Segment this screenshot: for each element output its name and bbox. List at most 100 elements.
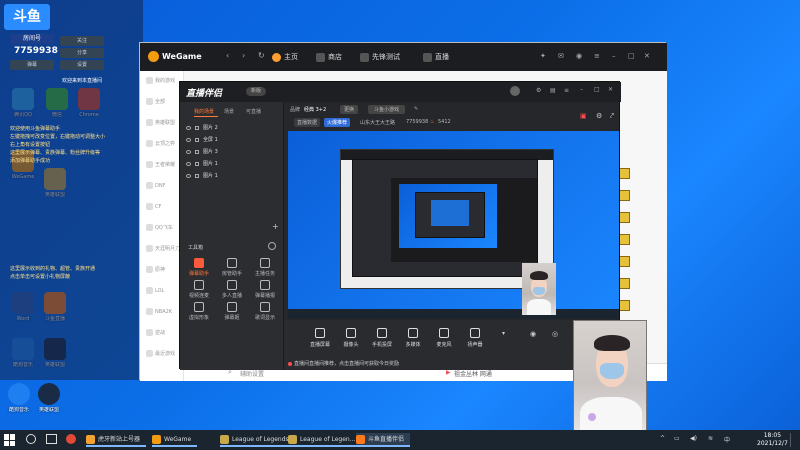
taskbar-app[interactable]: League of Legends	[220, 433, 295, 447]
wegame-sidebar-item[interactable]: LOL	[146, 287, 182, 298]
danmaku-assistant-panel[interactable]: 斗鱼 房间号 7759938 关注 分享 设置 弹幕 欢迎来到本直播间 欢迎使用…	[0, 0, 143, 380]
record-icon[interactable]: ◉	[530, 330, 536, 338]
windows-start-icon[interactable]	[4, 434, 16, 446]
wegame-sidebar-item[interactable]: 我的游戏	[146, 77, 182, 88]
scene-item[interactable]: 图片 2	[186, 124, 281, 135]
wegame-sidebar-item[interactable]: 天涯明月刀	[146, 245, 182, 256]
stream-companion-window[interactable]: 直播伴侣 新版 ⚙ ▤ ≡ – □ ✕ 我的场景 场景 可直播 图片 2 全屏 1…	[179, 81, 621, 370]
stream-preview[interactable]	[288, 131, 619, 319]
gift-icon[interactable]: ▣	[580, 112, 587, 120]
gift-icon[interactable]: ✦	[540, 52, 546, 60]
mail-icon[interactable]: ✉	[558, 52, 564, 60]
wegame-sidebar-item[interactable]: CF	[146, 203, 182, 214]
wegame-sidebar-item[interactable]: QQ飞车	[146, 224, 182, 235]
wegame-search-input[interactable]: 辅助设置	[240, 369, 440, 379]
back-arrow-icon[interactable]: ‹	[226, 51, 229, 60]
visibility-eye-icon[interactable]	[186, 137, 191, 142]
toolbox-tool[interactable]: 主播任务	[252, 258, 278, 277]
settings-gear-icon[interactable]: ⚙	[536, 87, 541, 94]
toolbox-more-icon[interactable]	[268, 242, 276, 250]
toolbox-tool[interactable]: 歌词显示	[252, 302, 278, 321]
lock-icon[interactable]	[195, 173, 199, 178]
message-icon[interactable]: ▤	[550, 87, 556, 94]
wegame-sidebar-item[interactable]: NBA2K	[146, 308, 182, 319]
scene-item[interactable]: 图片 1	[186, 160, 281, 171]
taskbar-app[interactable]: WeGame	[152, 433, 198, 447]
taskbar-app[interactable]: League of Legen...	[288, 433, 362, 447]
wegame-sidebar-item[interactable]: 云顶之弈	[146, 140, 182, 151]
maximize-icon[interactable]: □	[628, 52, 635, 60]
visibility-eye-icon[interactable]	[186, 149, 191, 154]
bottom-tool-button[interactable]: 麦克风	[430, 328, 458, 348]
desktop-icon[interactable]: 酷狗音乐	[2, 383, 36, 414]
close-icon[interactable]: ✕	[608, 86, 613, 93]
wegame-sidebar-item[interactable]: 王者荣耀	[146, 161, 182, 172]
danmaku-button[interactable]: 弹幕	[10, 60, 54, 70]
menu-icon[interactable]: ≡	[594, 52, 600, 60]
tab-my-scenes[interactable]: 我的场景	[194, 108, 214, 115]
menu-icon[interactable]: ≡	[564, 87, 569, 94]
taskbar-app[interactable]: 斗鱼直播伴侣	[356, 433, 411, 447]
lock-icon[interactable]	[195, 149, 199, 154]
screenshot-icon[interactable]: ◎	[552, 330, 558, 338]
maximize-icon[interactable]: □	[594, 86, 600, 93]
list-menu-icon[interactable]: ≡	[650, 366, 662, 378]
taskbar-app[interactable]: 虎牙新站上号器	[86, 433, 147, 447]
change-category-button[interactable]: 更换	[340, 105, 359, 114]
tab-pioneer-test[interactable]: 先锋测试	[360, 52, 400, 62]
volume-icon[interactable]: ◀)	[690, 435, 697, 442]
forward-arrow-icon[interactable]: ›	[242, 51, 245, 60]
visibility-eye-icon[interactable]	[186, 161, 191, 166]
lock-icon[interactable]	[195, 137, 199, 142]
minimize-icon[interactable]: –	[612, 52, 616, 60]
tab-home[interactable]: 主页	[272, 52, 298, 62]
toolbox-tool[interactable]: 弹幕助手	[186, 258, 212, 277]
share-icon[interactable]: ⤤	[610, 112, 614, 121]
wegame-sidebar-item[interactable]: DNF	[146, 182, 182, 193]
wegame-sidebar-item[interactable]: 全部	[146, 98, 182, 109]
wegame-sidebar-item[interactable]: 原神	[146, 266, 182, 277]
visibility-eye-icon[interactable]	[186, 173, 191, 178]
wegame-sidebar-item[interactable]: 逆战	[146, 329, 182, 340]
network-icon[interactable]: ▭	[674, 435, 680, 442]
refresh-icon[interactable]: ↻	[258, 51, 265, 60]
edition-badge[interactable]: 新版	[246, 87, 266, 96]
input-method-icon[interactable]: 中	[724, 435, 730, 444]
settings-button[interactable]: 设置	[60, 60, 104, 70]
chrome-icon[interactable]	[66, 434, 76, 444]
settings-icon[interactable]: ⚙	[596, 112, 602, 120]
tab-scenes[interactable]: 场景	[224, 108, 234, 115]
stream-topic[interactable]: 斗鱼小游戏	[368, 105, 406, 114]
volume-slider-icon[interactable]: ▾	[502, 330, 505, 337]
notice-bar[interactable]: 直播间直播间推荐，点击直播间可获取今日奖励	[288, 360, 618, 367]
wegame-sidebar-item[interactable]: 英雄联盟	[146, 119, 182, 130]
close-icon[interactable]: ✕	[644, 52, 650, 60]
toolbox-tool[interactable]: 视频连麦	[186, 280, 212, 299]
bottom-tool-button[interactable]: 手机投屏	[368, 328, 396, 348]
edit-topic-icon[interactable]: ✎	[414, 106, 418, 112]
taskbar-clock[interactable]: 18:05 2021/12/7	[757, 432, 788, 448]
wegame-sidebar-item[interactable]: 最近游戏	[146, 350, 182, 361]
minimize-icon[interactable]: –	[580, 86, 583, 93]
task-view-icon[interactable]	[46, 434, 57, 444]
show-desktop-button[interactable]	[790, 433, 798, 447]
bottom-tool-button[interactable]: 扬声器	[461, 328, 489, 348]
lock-icon[interactable]	[195, 125, 199, 130]
scene-item[interactable]: 图片 1	[186, 172, 281, 183]
toolbox-tool[interactable]: 虚拟形象	[186, 302, 212, 321]
wifi-icon[interactable]: ≋	[708, 435, 713, 442]
visibility-eye-icon[interactable]	[186, 125, 191, 130]
tray-expand-icon[interactable]: ^	[660, 435, 665, 442]
tab-store[interactable]: 商店	[316, 52, 342, 62]
tab-live[interactable]: 直播	[423, 52, 449, 62]
add-scene-icon[interactable]: +	[272, 222, 279, 231]
tab-streamable[interactable]: 可直播	[246, 108, 261, 115]
scene-item[interactable]: 全屏 1	[186, 136, 281, 147]
share-button[interactable]: 分享	[60, 48, 104, 58]
toolbox-tool[interactable]: 房管助手	[219, 258, 245, 277]
toolbox-tool[interactable]: 弹幕姬	[219, 302, 245, 321]
bottom-tool-button[interactable]: 直播屏幕	[306, 328, 334, 348]
avatar[interactable]	[510, 86, 520, 96]
follow-button[interactable]: 关注	[60, 36, 104, 46]
lock-icon[interactable]	[195, 161, 199, 166]
